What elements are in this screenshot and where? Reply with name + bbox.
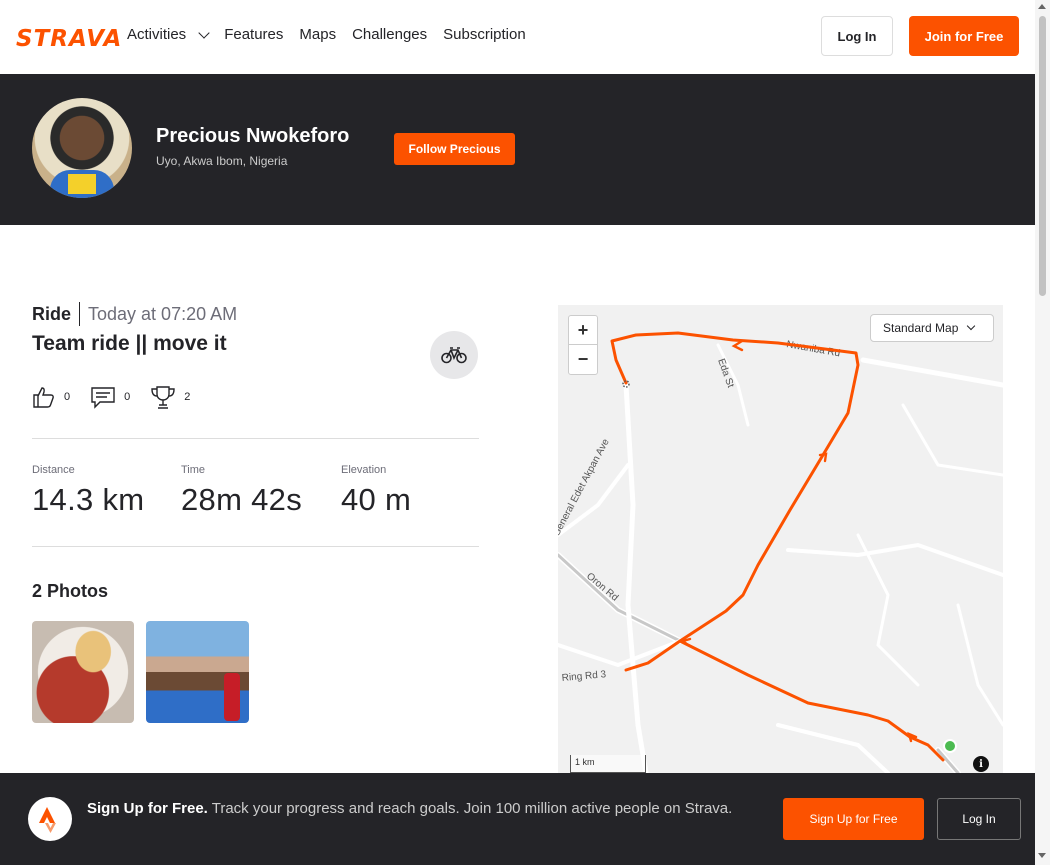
thumbs-up-icon <box>33 387 54 408</box>
road <box>776 723 890 773</box>
route-map[interactable]: Nwaniba Rd Eda St General Edet Akpan Ave… <box>558 305 1003 773</box>
street-label: Ring Rd 3 <box>561 669 607 684</box>
divider <box>32 438 479 439</box>
signup-button[interactable]: Sign Up for Free <box>783 798 924 840</box>
nav-subscription[interactable]: Subscription <box>443 26 526 43</box>
activity-type-row: Ride Today at 07:20 AM <box>32 302 237 326</box>
comments-button[interactable]: 0 <box>90 385 130 409</box>
road <box>956 603 1003 727</box>
activity-page: STRAVA Activities Features Maps Challeng… <box>0 0 1050 865</box>
scroll-up-icon[interactable] <box>1038 4 1046 9</box>
divider <box>32 546 479 547</box>
bike-icon <box>430 331 478 379</box>
photo-thumbnail[interactable] <box>32 621 134 723</box>
avatar[interactable] <box>32 98 132 198</box>
scrollbar[interactable] <box>1035 0 1050 865</box>
trophy-icon <box>151 386 175 409</box>
banner-text: Sign Up for Free. Track your progress an… <box>87 800 733 817</box>
nav-challenges[interactable]: Challenges <box>352 26 427 43</box>
login-button[interactable]: Log In <box>821 16 893 56</box>
stat-distance: Distance 14.3 km <box>32 464 145 517</box>
nav-activities[interactable]: Activities <box>127 26 210 43</box>
top-nav: STRAVA Activities Features Maps Challeng… <box>0 0 1035 74</box>
road <box>901 403 1003 477</box>
nav-maps[interactable]: Maps <box>299 26 336 43</box>
kudos-count: 0 <box>64 391 71 403</box>
follow-button[interactable]: Follow Precious <box>394 133 515 165</box>
signup-banner: Sign Up for Free. Track your progress an… <box>0 773 1035 865</box>
zoom-out-button[interactable]: − <box>569 345 597 374</box>
kudos-button[interactable]: 0 <box>32 385 70 409</box>
comments-count: 0 <box>124 391 131 403</box>
photo-thumbnail[interactable] <box>146 621 249 723</box>
road <box>856 533 920 687</box>
stat-elevation: Elevation 40 m <box>341 464 412 517</box>
banner-login-button[interactable]: Log In <box>937 798 1021 840</box>
start-marker <box>943 739 957 753</box>
photos-heading: 2 Photos <box>32 581 109 601</box>
nav-features[interactable]: Features <box>224 26 283 43</box>
strava-logo[interactable]: STRAVA <box>16 26 122 52</box>
zoom-controls: + − <box>568 315 598 375</box>
map-style-select[interactable]: Standard Map <box>870 314 994 342</box>
athlete-name[interactable]: Precious Nwokeforo <box>156 125 349 148</box>
join-button[interactable]: Join for Free <box>909 16 1019 56</box>
achievements-count: 2 <box>184 391 191 403</box>
chevron-down-icon <box>198 26 210 39</box>
nav-links: Activities Features Maps Challenges Subs… <box>127 26 526 43</box>
athlete-header: Precious Nwokeforo Uyo, Akwa Ibom, Niger… <box>0 74 1035 225</box>
road <box>786 542 1003 577</box>
info-icon[interactable]: i <box>973 756 989 772</box>
chevron-down-icon <box>967 321 976 331</box>
stat-time: Time 28m 42s <box>181 464 302 517</box>
direction-arrow <box>731 339 744 352</box>
map-scale: 1 km <box>570 755 646 773</box>
social-row: 0 0 2 <box>32 384 190 410</box>
activity-title: Team ride || move it <box>32 332 227 355</box>
divider <box>79 302 81 326</box>
scroll-down-icon[interactable] <box>1038 853 1046 858</box>
strava-logo-icon <box>28 797 72 841</box>
achievements-button[interactable]: 2 <box>150 384 190 410</box>
road <box>558 552 683 644</box>
road <box>860 357 1003 388</box>
route-line <box>610 331 945 762</box>
road <box>623 382 649 773</box>
activity-time: Today at 07:20 AM <box>88 303 238 324</box>
activity-type: Ride <box>32 303 72 324</box>
road <box>936 748 960 773</box>
map-canvas: Nwaniba Rd Eda St General Edet Akpan Ave… <box>558 331 1003 773</box>
street-label: General Edet Akpan Ave <box>558 437 612 539</box>
athlete-location: Uyo, Akwa Ibom, Nigeria <box>156 154 288 168</box>
comment-icon <box>91 387 115 409</box>
zoom-in-button[interactable]: + <box>569 316 597 345</box>
scroll-thumb[interactable] <box>1039 16 1046 296</box>
